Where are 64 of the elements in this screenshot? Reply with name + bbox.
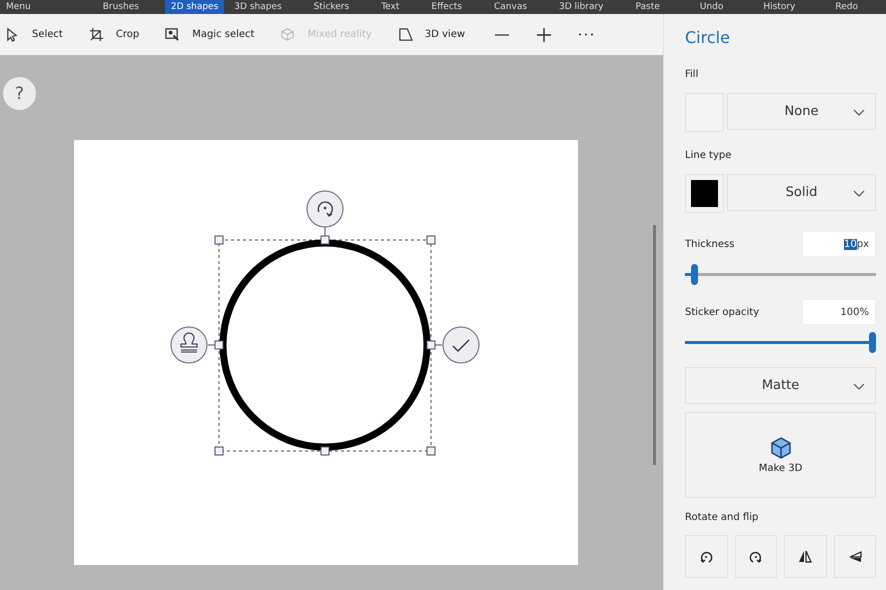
rotate-label: Rotate and flip bbox=[685, 512, 760, 523]
line-color-swatch[interactable] bbox=[685, 174, 724, 213]
panel-title: Circle bbox=[685, 28, 731, 47]
plus-icon bbox=[536, 26, 552, 42]
menu-tab[interactable]: Canvas bbox=[488, 0, 534, 14]
stamp-icon[interactable] bbox=[170, 326, 208, 364]
menu-tab[interactable]: Stickers bbox=[308, 0, 356, 14]
chevron-icon bbox=[853, 190, 865, 198]
resize-handle[interactable] bbox=[426, 340, 436, 350]
line-type-label: Line type bbox=[685, 150, 732, 161]
menu-tab[interactable]: Text bbox=[375, 0, 406, 14]
resize-handle[interactable] bbox=[426, 446, 436, 456]
fill-label: Fill bbox=[685, 69, 700, 80]
menu-tab[interactable]: Brushes bbox=[96, 0, 145, 14]
crop-icon bbox=[88, 27, 104, 42]
fill-dropdown[interactable]: None bbox=[727, 93, 876, 130]
finish-dropdown[interactable]: Matte bbox=[685, 367, 876, 404]
rotate-right-button[interactable] bbox=[734, 535, 777, 578]
chevron-icon bbox=[853, 109, 865, 117]
menu-tab[interactable]: 3D shapes bbox=[228, 0, 288, 14]
menu-tab[interactable]: Menu bbox=[0, 0, 37, 14]
thickness-slider[interactable] bbox=[685, 264, 876, 285]
slider-thumb[interactable] bbox=[869, 332, 876, 353]
opacity-label: Sticker opacity bbox=[685, 306, 760, 318]
make-3d-button[interactable]: Make 3D bbox=[685, 412, 876, 498]
scrollbar[interactable] bbox=[653, 225, 656, 465]
opacity-input[interactable]: 100% bbox=[802, 299, 876, 325]
cube-outline-icon bbox=[280, 27, 296, 42]
resize-handle[interactable] bbox=[214, 340, 224, 350]
menu-action[interactable]: History bbox=[757, 0, 802, 14]
tool-button[interactable]: Select bbox=[2, 23, 66, 46]
resize-handle[interactable] bbox=[214, 236, 224, 244]
flip-vertical-button[interactable] bbox=[834, 535, 876, 578]
chevron-icon bbox=[853, 383, 865, 391]
pointer-icon bbox=[5, 27, 20, 42]
rotate-left-button[interactable] bbox=[685, 535, 728, 578]
menu-action[interactable]: Redo bbox=[829, 0, 864, 14]
menu-tab[interactable]: 2D shapes bbox=[164, 0, 224, 14]
menu-tab[interactable]: 3D library bbox=[553, 0, 610, 14]
ellipsis-icon bbox=[578, 33, 594, 36]
resize-handle[interactable] bbox=[320, 446, 330, 456]
opacity-slider[interactable] bbox=[685, 332, 876, 353]
minus-icon bbox=[494, 34, 510, 36]
rotate-handle-icon[interactable] bbox=[306, 190, 344, 228]
thickness-input[interactable]: 10px bbox=[802, 231, 876, 257]
thickness-label: Thickness bbox=[685, 238, 734, 250]
view-3d-icon bbox=[398, 27, 413, 42]
flip-horizontal-icon bbox=[797, 548, 814, 564]
cube-icon bbox=[770, 436, 792, 458]
tool-button[interactable]: 3D view bbox=[394, 23, 468, 46]
flip-horizontal-button[interactable] bbox=[784, 535, 826, 578]
resize-handle[interactable] bbox=[426, 236, 436, 244]
menu-tab[interactable]: Effects bbox=[425, 0, 468, 14]
tool-button[interactable]: Magic select bbox=[162, 23, 258, 46]
resize-handle[interactable] bbox=[214, 446, 224, 456]
checkmark-icon[interactable] bbox=[442, 326, 480, 364]
resize-handle[interactable] bbox=[320, 236, 330, 244]
menu-action[interactable]: Undo bbox=[694, 0, 730, 14]
slider-thumb[interactable] bbox=[690, 264, 698, 285]
line-type-dropdown[interactable]: Solid bbox=[727, 174, 876, 211]
image-select-icon bbox=[165, 27, 180, 42]
tool-button[interactable]: Crop bbox=[86, 23, 142, 46]
help-button[interactable]: ? bbox=[3, 77, 36, 110]
menu-action[interactable]: Paste bbox=[630, 0, 666, 14]
